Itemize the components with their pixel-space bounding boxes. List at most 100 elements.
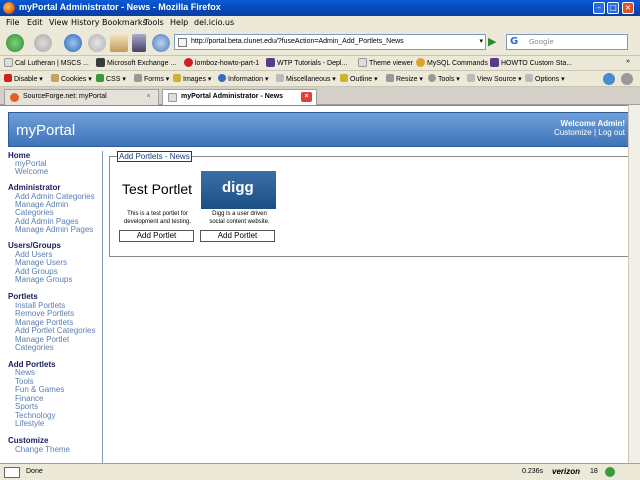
bookmark-item[interactable]: HOWTO Custom Sta... bbox=[490, 58, 572, 67]
tab-strip: SourceForge.net: myPortal × myPortal Adm… bbox=[0, 87, 640, 105]
eclipse-icon bbox=[266, 58, 275, 67]
minimize-button[interactable]: – bbox=[593, 2, 605, 14]
forward-button[interactable] bbox=[34, 34, 52, 52]
tag-icon[interactable] bbox=[152, 34, 170, 52]
disable-icon bbox=[4, 74, 12, 82]
bookmark-item[interactable]: WTP Tutorials - Depl... bbox=[266, 58, 347, 67]
menu-tools[interactable]: Tools bbox=[144, 18, 164, 27]
dev-resize[interactable]: Resize ▾ bbox=[386, 74, 423, 83]
home-button[interactable] bbox=[110, 34, 128, 52]
dev-miscellaneous[interactable]: Miscellaneous ▾ bbox=[276, 74, 336, 83]
sidebar-item-portlet-categories[interactable]: Categories bbox=[15, 343, 54, 352]
close-tab-icon[interactable]: × bbox=[301, 92, 312, 102]
menu-help[interactable]: Help bbox=[170, 18, 188, 27]
sidebar-item-categories[interactable]: Categories bbox=[15, 208, 54, 217]
info-icon bbox=[218, 74, 226, 82]
close-tab-icon[interactable]: × bbox=[143, 92, 154, 102]
bookmark-icon[interactable] bbox=[132, 34, 146, 52]
status-bar: Done 0.236s verizon 18 bbox=[0, 463, 640, 480]
images-icon bbox=[173, 74, 181, 82]
sidebar-item-manage-groups[interactable]: Manage Groups bbox=[15, 275, 72, 284]
menu-bookmarks[interactable]: Bookmarks bbox=[102, 18, 147, 27]
bookmark-item[interactable]: MySQL Commands bbox=[416, 58, 488, 67]
section-users-groups: Users/Groups bbox=[8, 241, 61, 250]
link-separator: | bbox=[593, 128, 597, 137]
sidebar-item-change-theme[interactable]: Change Theme bbox=[15, 445, 70, 454]
go-button[interactable]: ▶ bbox=[488, 35, 500, 48]
source-icon bbox=[467, 74, 475, 82]
search-input[interactable]: G Google bbox=[506, 34, 628, 50]
back-button[interactable] bbox=[6, 34, 24, 52]
dev-tools[interactable]: Tools ▾ bbox=[428, 74, 460, 83]
bookmark-item[interactable]: Theme viewer bbox=[358, 58, 413, 67]
checkmark-icon[interactable] bbox=[603, 73, 615, 85]
status-icon bbox=[4, 467, 20, 478]
sidebar-item-sports[interactable]: Sports bbox=[15, 402, 38, 411]
tab-myportal[interactable]: myPortal Administrator - News × bbox=[162, 89, 317, 105]
sidebar-item-add-portlet-categories[interactable]: Add Portlet Categories bbox=[15, 326, 96, 335]
header-links: Customize | Log out bbox=[554, 128, 625, 137]
bookmarks-toolbar: Cal Lutheran | MSCS ... Microsoft Exchan… bbox=[0, 56, 640, 71]
tools-icon bbox=[428, 74, 436, 82]
bookmark-item[interactable]: Microsoft Exchange ... bbox=[96, 58, 176, 67]
panel-legend: Add Portlets - News bbox=[117, 151, 192, 162]
sidebar-item-welcome[interactable]: Welcome bbox=[15, 167, 48, 176]
options-icon bbox=[525, 74, 533, 82]
dev-outline[interactable]: Outline ▾ bbox=[340, 74, 378, 83]
dev-css[interactable]: CSS ▾ bbox=[96, 74, 126, 83]
maximize-button[interactable]: □ bbox=[607, 2, 619, 14]
customize-link[interactable]: Customize bbox=[554, 128, 592, 137]
howto-icon bbox=[490, 58, 499, 67]
sidebar-item-manage-users[interactable]: Manage Users bbox=[15, 258, 67, 267]
dev-view-source[interactable]: View Source ▾ bbox=[467, 74, 522, 83]
dev-information[interactable]: Information ▾ bbox=[218, 74, 269, 83]
menu-file[interactable]: File bbox=[6, 18, 19, 27]
welcome-text: Welcome Admin! bbox=[560, 119, 625, 128]
reload-button[interactable] bbox=[64, 34, 82, 52]
cookie-icon bbox=[51, 74, 59, 82]
menu-history[interactable]: History bbox=[71, 18, 99, 27]
bookmark-item[interactable]: Cal Lutheran | MSCS ... bbox=[4, 58, 89, 67]
web-developer-toolbar: Disable ▾ Cookies ▾ CSS ▾ Forms ▾ Images… bbox=[0, 71, 640, 87]
tab-sourceforge[interactable]: SourceForge.net: myPortal × bbox=[4, 89, 159, 105]
add-digg-portlet-button[interactable]: Add Portlet bbox=[200, 230, 275, 242]
sidebar-item-news[interactable]: News bbox=[15, 368, 35, 377]
menu-delicious[interactable]: del.icio.us bbox=[194, 18, 234, 27]
sidebar-item-lifestyle[interactable]: Lifestyle bbox=[15, 419, 44, 428]
stop-button[interactable] bbox=[88, 34, 106, 52]
digg-logo: digg bbox=[201, 171, 276, 209]
sidebar-item-fun-games[interactable]: Fun & Games bbox=[15, 385, 64, 394]
google-icon[interactable]: G bbox=[510, 36, 518, 47]
bookmark-item[interactable]: lomboz-howto-part-1 bbox=[184, 58, 259, 67]
mysql-icon bbox=[416, 58, 425, 67]
portal-brand: myPortal bbox=[16, 122, 76, 139]
search-placeholder: Google bbox=[529, 38, 554, 46]
dev-disable[interactable]: Disable ▾ bbox=[4, 74, 43, 83]
page-icon bbox=[4, 58, 13, 67]
exchange-icon bbox=[96, 58, 105, 67]
dev-images[interactable]: Images ▾ bbox=[173, 74, 211, 83]
page-content: myPortal Welcome Admin! Customize | Log … bbox=[0, 105, 640, 464]
sidebar-item-manage-admin-pages[interactable]: Manage Admin Pages bbox=[15, 225, 93, 234]
address-bar[interactable]: http://portal.beta.clunet.edu/?fuseActio… bbox=[174, 34, 486, 50]
more-bookmarks-icon[interactable]: » bbox=[626, 58, 630, 65]
dev-cookies[interactable]: Cookies ▾ bbox=[51, 74, 92, 83]
close-window-button[interactable]: × bbox=[622, 2, 634, 14]
logout-link[interactable]: Log out bbox=[598, 128, 625, 137]
portal-header: myPortal Welcome Admin! Customize | Log … bbox=[8, 112, 632, 147]
menu-edit[interactable]: Edit bbox=[27, 18, 43, 27]
dev-forms[interactable]: Forms ▾ bbox=[134, 74, 169, 83]
window-title-bar: myPortal Administrator - News - Mozilla … bbox=[0, 0, 640, 16]
cancel-icon[interactable] bbox=[621, 73, 633, 85]
firefox-icon bbox=[3, 2, 15, 14]
test-portlet-title: Test Portlet bbox=[122, 181, 193, 197]
status-text: Done bbox=[26, 468, 43, 475]
menu-bar: File Edit View History Bookmarks Tools H… bbox=[0, 16, 640, 30]
dev-options[interactable]: Options ▾ bbox=[525, 74, 565, 83]
add-test-portlet-button[interactable]: Add Portlet bbox=[119, 230, 194, 242]
sidebar-item-remove-portlets[interactable]: Remove Portlets bbox=[15, 309, 74, 318]
menu-view[interactable]: View bbox=[49, 18, 68, 27]
chevron-down-icon[interactable]: ▾ bbox=[479, 37, 483, 45]
vertical-scrollbar[interactable] bbox=[628, 105, 640, 463]
misc-icon bbox=[276, 74, 284, 82]
